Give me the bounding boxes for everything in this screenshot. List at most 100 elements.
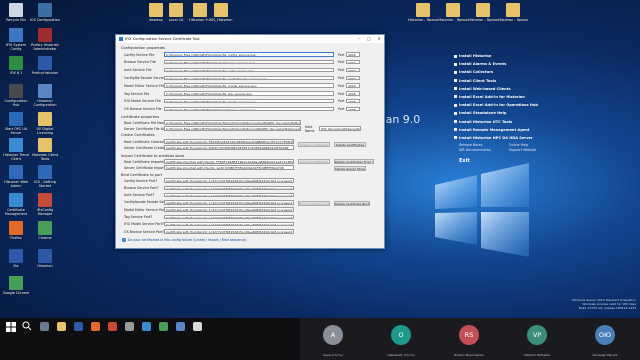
root-cert-file-field[interactable]: C:\Program Files (x86)\GE\IFIX\LOCAL\fix…: [164, 120, 301, 125]
config-file-field[interactable]: C:\Program Files (x86)\GE\IFIX\LOCAL\ihr…: [164, 60, 334, 65]
firefox-icon[interactable]: [91, 322, 100, 331]
historian-menu-item[interactable]: Install Excel Add-in for Operations Hub: [454, 101, 604, 109]
host-name-field[interactable]: IFIX_OpcuaConfigServerRoot: [319, 126, 361, 131]
historian-menu-item[interactable]: Install Historian HPC DA HDA Server: [454, 134, 604, 142]
online-help-link[interactable]: Online Help: [509, 143, 528, 147]
maximize-icon[interactable]: □: [364, 35, 374, 43]
help-icon[interactable]: ?: [122, 238, 126, 242]
config-file-field[interactable]: C:\Program Files (x86)\GE\IFIX\LOCAL\fix…: [164, 75, 334, 81]
historian-menu-item[interactable]: Install Historian UTC Tools: [454, 118, 604, 126]
participant-tile[interactable]: OЮ Оксандр Юрчик: [572, 318, 638, 360]
desktop-icon[interactable]: Historian - Ярлык: [468, 3, 498, 22]
desktop-icon[interactable]: IGS Configuration: [30, 3, 60, 22]
desktop-icon[interactable]: Proficy Historian Administrator: [30, 28, 60, 51]
port-field[interactable]: 4003: [346, 83, 360, 88]
desktop-icon[interactable]: Historian - Ярлык: [408, 3, 438, 22]
config-tool-icon[interactable]: [176, 322, 185, 331]
desktop-icon[interactable]: Chrome: [30, 221, 60, 240]
release-notes-link[interactable]: Release Notes: [459, 143, 482, 147]
historian-menu-item[interactable]: Install Excel Add-in for Historian: [454, 93, 604, 101]
desktop-icon-label: Historian Client Tools: [31, 153, 59, 161]
participant-tile[interactable]: A Анна (гость): [300, 318, 366, 360]
config-file-field[interactable]: C:\Program Files (x86)\GE\IFIX\LOCAL\fix…: [164, 52, 334, 57]
support-website-link[interactable]: Support Website: [509, 148, 536, 152]
delete-binding-button[interactable]: Delete Certificate Binding: [334, 201, 370, 206]
create-certificates-button[interactable]: Create Certificates: [298, 142, 330, 147]
config-file-field[interactable]: C:\Program Files (x86)\GE\IFIX\LOCAL\fix…: [164, 83, 334, 88]
desktop-icon[interactable]: Historian Trend Client: [1, 138, 31, 161]
import-certificates-button[interactable]: Import Certificates: [298, 159, 330, 164]
historian-menu-item[interactable]: Install Alarms & Events: [454, 60, 604, 68]
user-manuals-link[interactable]: IAR Documentation: [459, 148, 491, 152]
desktop-icon[interactable]: iFixConfig Manager: [30, 193, 60, 216]
status-row-label: IFIX Model Service Port?: [124, 222, 164, 227]
status-row: OS Browse Service Port? Certificate with …: [124, 229, 294, 234]
desktop-icon[interactable]: Google Chrome: [1, 276, 31, 295]
desktop-icon[interactable]: Start OPC UA Server: [1, 112, 31, 135]
desktop-icon[interactable]: Historian: [30, 249, 60, 268]
desktop-icon[interactable]: Historian - Ярлык: [498, 3, 528, 22]
historian-menu-item[interactable]: Install Client Tools: [454, 77, 604, 85]
config-file-field[interactable]: C:\Program Files (x86)\GE\IFIX\LOCAL\fix…: [164, 91, 334, 96]
desktop-icon[interactable]: IGS - Getting Started: [30, 165, 60, 188]
historian-menu-item[interactable]: Install Standalone Help: [454, 109, 604, 117]
port-field[interactable]: 4005: [346, 91, 360, 96]
port-field[interactable]: 4000: [346, 52, 360, 57]
notepad-icon[interactable]: [193, 322, 202, 331]
participant-tile[interactable]: VP Vladimir Petrakov: [504, 318, 570, 360]
port-field[interactable]: 4004: [346, 75, 360, 81]
app-icon-gray[interactable]: [125, 322, 134, 331]
port-field[interactable]: 4001: [346, 60, 360, 65]
historian-menu-item[interactable]: Install Collectors: [454, 68, 604, 76]
port-field[interactable]: 4006: [346, 99, 360, 104]
app-icon-green[interactable]: [159, 322, 168, 331]
participant-name: Oleksandr (гость): [387, 353, 415, 357]
minimize-icon[interactable]: –: [354, 35, 364, 43]
config-file-field[interactable]: C:\Program Files (x86)\GE\IFIX\LOCAL\osb…: [164, 106, 334, 112]
delete-from-store-button[interactable]: Delete Certificates From Store: [334, 159, 374, 164]
desktop-icon[interactable]: Recycle Bin: [1, 3, 31, 22]
bind-certificate-button[interactable]: Bind Certificate to port: [298, 201, 330, 206]
config-file-field[interactable]: C:\Program Files (x86)\GE\IFIX\LOCAL\fix…: [164, 99, 334, 104]
taskbar: A Анна (гость) O Oleksandr (гость) RS Rodion …: [0, 318, 640, 360]
task-view-icon[interactable]: [40, 322, 49, 331]
close-icon[interactable]: ✕: [374, 35, 384, 43]
participant-tile[interactable]: O Oleksandr (гость): [368, 318, 434, 360]
historian-menu-item[interactable]: Install Remote Management Agent: [454, 126, 604, 134]
port-field[interactable]: 4002: [346, 67, 360, 73]
desktop-icon-label: Historian Web Admin: [4, 180, 28, 188]
historian-menu-item[interactable]: Install Web-based Clients: [454, 85, 604, 93]
windows-start-icon[interactable]: [6, 322, 16, 332]
desktop-icon[interactable]: Historian - Ярлык: [438, 3, 468, 22]
exit-button[interactable]: Exit: [454, 158, 604, 164]
app-icon-blue[interactable]: [142, 322, 151, 331]
historian-menu-item[interactable]: Install Historian: [454, 52, 604, 60]
server-manager-icon[interactable]: [74, 322, 83, 331]
dialog-titlebar[interactable]: IFIX Configuration Service Certificate T…: [116, 35, 384, 43]
app-icon: [38, 3, 52, 17]
config-file-field[interactable]: C:\Program Files (x86)\GE\IFIX\LOCAL\fix…: [164, 67, 334, 73]
search-icon[interactable]: [22, 321, 32, 331]
desktop-icon[interactable]: ifix: [1, 249, 31, 268]
file-explorer-icon[interactable]: [57, 322, 66, 331]
desktop-icon[interactable]: IGS_Historian: [206, 3, 236, 22]
desktop-icon[interactable]: Historian Web Admin: [1, 165, 31, 188]
desktop-icon[interactable]: Historian Client Tools: [30, 138, 60, 161]
server-cert-file-field[interactable]: C:\Program Files (x86)\GE\IFIX\LOCAL\fix…: [164, 126, 301, 131]
delete-server-store-button[interactable]: Delete Server Store: [334, 166, 366, 171]
desktop-icon[interactable]: ProficyHistorian: [30, 56, 60, 75]
desktop-icon[interactable]: IFIX System Config: [1, 28, 31, 51]
desktop-icon[interactable]: Historian Configuration: [30, 84, 60, 107]
status-row-label: Browse Service Port?: [124, 185, 159, 190]
config-row-label: Auth Service File: [124, 68, 152, 73]
desktop-icon[interactable]: iFIX 6.1: [1, 56, 31, 75]
desktop-icon[interactable]: Firefox: [1, 221, 31, 240]
port-field[interactable]: 4008: [346, 106, 360, 112]
app-icon-red[interactable]: [108, 322, 117, 331]
desktop-icon[interactable]: Certificate Management: [1, 193, 31, 216]
participant-tile[interactable]: RS Rodion Shevchenko: [436, 318, 502, 360]
desktop-icon[interactable]: GE Digital Licensing: [30, 112, 60, 135]
desktop-icon[interactable]: Configuration Hub: [1, 84, 31, 107]
delete-certificates-button[interactable]: Delete Certificates: [334, 142, 366, 147]
desktop-icon-label: Certificate Management: [4, 208, 28, 216]
